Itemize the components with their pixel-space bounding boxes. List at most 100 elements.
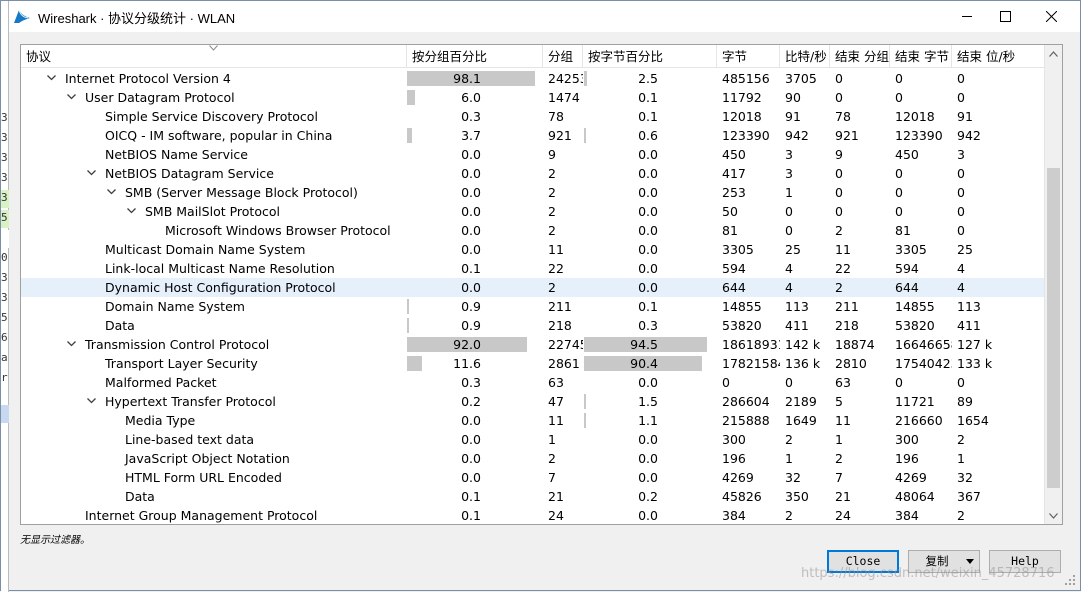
- end-bits-per-second-cell: 411: [957, 318, 981, 333]
- protocol-row[interactable]: Transport Layer Security 11.6 90.4 2861 1782…: [21, 354, 1045, 373]
- protocol-name-cell: Line-based text data: [21, 430, 406, 449]
- background-row-highlight: [1, 405, 9, 423]
- packets-cell: 2: [548, 166, 556, 181]
- expand-chevron-icon[interactable]: [66, 91, 77, 102]
- expand-chevron-icon[interactable]: [86, 167, 97, 178]
- protocol-row[interactable]: Media Type 0.0 1.1 11 215888 1649 11 216660 1654: [21, 411, 1045, 430]
- end-bits-per-second-cell: 32: [957, 470, 973, 485]
- bits-per-second-cell: 3705: [785, 71, 817, 86]
- packet-percent-value: 0.0: [461, 204, 481, 219]
- scroll-up-button[interactable]: [1045, 45, 1062, 62]
- packet-percent-cell: 0.0: [407, 411, 539, 430]
- end-bytes-cell: 216660: [895, 413, 943, 428]
- protocol-name: Microsoft Windows Browser Protocol: [165, 223, 391, 238]
- bits-per-second-cell: 411: [785, 318, 809, 333]
- vertical-scrollbar[interactable]: [1044, 45, 1062, 524]
- byte-percent-cell: 0.6: [584, 126, 716, 145]
- protocol-name: NetBIOS Datagram Service: [105, 166, 274, 181]
- end-bits-per-second-cell: 942: [957, 128, 981, 143]
- expand-chevron-icon[interactable]: [66, 338, 77, 349]
- protocol-row[interactable]: Transmission Control Protocol 92.0 94.5 227…: [21, 335, 1045, 354]
- expand-chevron-icon[interactable]: [126, 205, 137, 216]
- bits-per-second-cell: 2: [785, 432, 793, 447]
- resize-grip-icon[interactable]: [1064, 574, 1076, 586]
- byte-percent-value: 1.5: [638, 394, 658, 409]
- packet-percent-cell: 3.7: [407, 126, 539, 145]
- end-bits-per-second-cell: 127 k: [957, 337, 993, 352]
- protocol-row[interactable]: User Datagram Protocol 6.0 0.1 1474 11792 90 0…: [21, 88, 1045, 107]
- protocol-row[interactable]: Simple Service Discovery Protocol 0.3 0.1 7…: [21, 107, 1045, 126]
- sort-indicator-icon: [209, 45, 218, 51]
- col-header-pkt-pct[interactable]: 按分组百分比: [407, 45, 543, 68]
- protocol-row[interactable]: Domain Name System 0.9 0.1 211 14855 113 211 14…: [21, 297, 1045, 316]
- protocol-row[interactable]: Data 0.9 0.3 218 53820 411 218 53820 411: [21, 316, 1045, 335]
- protocol-row[interactable]: Hypertext Transfer Protocol 0.2 1.5 47 28660…: [21, 392, 1045, 411]
- byte-percent-value: 1.1: [638, 413, 658, 428]
- title-bar[interactable]: Wireshark · 协议分级统计 · WLAN: [1, 1, 1080, 32]
- protocol-name: Transport Layer Security: [105, 356, 258, 371]
- expand-chevron-icon[interactable]: [46, 72, 57, 83]
- protocol-row[interactable]: HTML Form URL Encoded 0.0 0.0 7 4269 32 7 4269 3…: [21, 468, 1045, 487]
- protocol-row[interactable]: Data 0.1 0.2 21 45826 350 21 48064 367: [21, 487, 1045, 506]
- col-header-bps[interactable]: 比特/秒: [780, 45, 830, 68]
- protocol-row[interactable]: Line-based text data 0.0 0.0 1 300 2 1 300 2: [21, 430, 1045, 449]
- packet-percent-bar: [407, 299, 409, 314]
- col-header-byte-pct[interactable]: 按字节百分比: [583, 45, 717, 68]
- end-packets-cell: 0: [835, 71, 843, 86]
- packets-cell: 22745: [548, 337, 583, 352]
- bits-per-second-cell: 90: [785, 90, 801, 105]
- end-bytes-cell: 53820: [895, 318, 935, 333]
- protocol-row[interactable]: Link-local Multicast Name Resolution 0.1 0…: [21, 259, 1045, 278]
- protocol-name: Simple Service Discovery Protocol: [105, 109, 318, 124]
- end-bytes-cell: 0: [895, 185, 903, 200]
- packets-cell: 22: [548, 261, 564, 276]
- end-bits-per-second-cell: 2: [957, 432, 965, 447]
- protocol-row[interactable]: Dynamic Host Configuration Protocol 0.0 0.…: [21, 278, 1045, 297]
- end-bytes-cell: 196: [895, 451, 919, 466]
- col-header-end-bps[interactable]: 结束 位/秒: [952, 45, 1045, 68]
- byte-percent-cell: 2.5: [584, 69, 716, 88]
- protocol-row[interactable]: Multicast Domain Name System 0.0 0.0 11 3305…: [21, 240, 1045, 259]
- protocol-row[interactable]: NetBIOS Datagram Service 0.0 0.0 2 417 3 0 0 0: [21, 164, 1045, 183]
- protocol-row[interactable]: OICQ - IM software, popular in China 3.7 0…: [21, 126, 1045, 145]
- protocol-row[interactable]: SMB MailSlot Protocol 0.0 0.0 2 50 0 0 0 0: [21, 202, 1045, 221]
- expand-chevron-icon[interactable]: [86, 395, 97, 406]
- end-packets-cell: 2: [835, 451, 843, 466]
- bits-per-second-cell: 4: [785, 280, 793, 295]
- close-icon: [1045, 11, 1057, 22]
- packet-percent-value: 0.3: [461, 375, 481, 390]
- byte-percent-value: 0.1: [638, 90, 658, 105]
- packet-percent-value: 0.9: [461, 299, 481, 314]
- packet-percent-value: 0.0: [461, 432, 481, 447]
- bits-per-second-cell: 3: [785, 166, 793, 181]
- protocol-row[interactable]: Malformed Packet 0.3 0.0 63 0 0 63 0 0: [21, 373, 1045, 392]
- protocol-row[interactable]: Internet Protocol Version 4 98.1 2.5 24253 4…: [21, 69, 1045, 88]
- maximize-icon: [999, 11, 1011, 22]
- col-header-bytes[interactable]: 字节: [717, 45, 780, 68]
- end-bits-per-second-cell: 0: [957, 223, 965, 238]
- protocol-row[interactable]: Internet Group Management Protocol 0.1 0.0…: [21, 506, 1045, 524]
- bits-per-second-cell: 113: [785, 299, 809, 314]
- end-bytes-cell: 300: [895, 432, 919, 447]
- protocol-name-cell: Media Type: [21, 411, 406, 430]
- protocol-row[interactable]: NetBIOS Name Service 0.0 0.0 9 450 3 9 450 3: [21, 145, 1045, 164]
- scrollbar-thumb[interactable]: [1047, 168, 1060, 488]
- protocol-row[interactable]: JavaScript Object Notation 0.0 0.0 2 196 1 2 19…: [21, 449, 1045, 468]
- protocol-name-cell: SMB (Server Message Block Protocol): [21, 183, 406, 202]
- protocol-name-cell: Multicast Domain Name System: [21, 240, 406, 259]
- bytes-cell: 50: [722, 204, 738, 219]
- close-window-button[interactable]: [1028, 1, 1074, 32]
- end-bits-per-second-cell: 133 k: [957, 356, 993, 371]
- maximize-button[interactable]: [982, 1, 1028, 32]
- expand-chevron-icon[interactable]: [106, 186, 117, 197]
- packet-percent-bar: [407, 318, 409, 333]
- col-header-end-packets[interactable]: 结束 分组: [830, 45, 890, 68]
- protocol-row[interactable]: Microsoft Windows Browser Protocol 0.0 0.0…: [21, 221, 1045, 240]
- col-header-end-bytes[interactable]: 结束 字节: [890, 45, 952, 68]
- wireshark-fin-icon: [14, 9, 30, 23]
- background-line-digit: 5: [1, 211, 8, 224]
- scroll-down-button[interactable]: [1045, 507, 1062, 524]
- protocol-tree[interactable]: 协议 按分组百分比 分组 按字节百分比 字节 比特/秒 结束 分组 结束 字节 …: [20, 44, 1063, 525]
- protocol-row[interactable]: SMB (Server Message Block Protocol) 0.0 0.…: [21, 183, 1045, 202]
- col-header-packets[interactable]: 分组: [543, 45, 583, 68]
